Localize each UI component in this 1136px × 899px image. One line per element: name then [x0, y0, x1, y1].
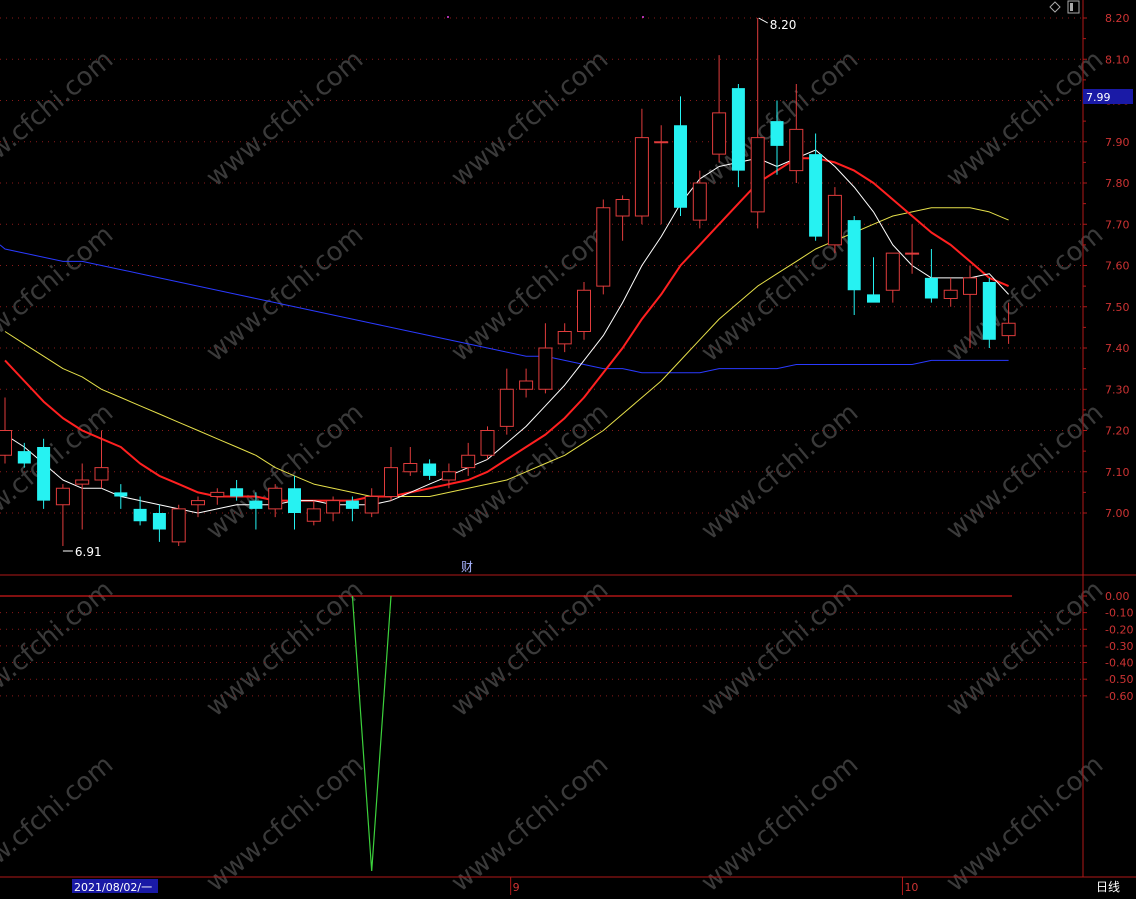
event-marker	[642, 16, 644, 18]
candle-body-up	[905, 252, 920, 255]
date-cursor-label: 2021/08/02/一	[74, 881, 152, 894]
time-axis-label: 10	[904, 881, 918, 894]
candle	[596, 199, 611, 295]
candle	[37, 438, 51, 509]
candle-body-down	[982, 282, 996, 340]
candle-body-down	[423, 463, 437, 476]
candle-body-down	[867, 294, 880, 303]
candle-body-down	[37, 447, 51, 501]
candle-body-up	[963, 277, 977, 295]
candle-body-down	[17, 451, 31, 464]
price-tick-label: 7.50	[1105, 301, 1130, 314]
candle-body-down	[288, 488, 301, 513]
candle-body-up	[480, 430, 495, 456]
candle-body-down	[249, 500, 263, 509]
candle-body-up	[615, 199, 630, 217]
candle-body-down	[114, 492, 128, 497]
candle-body-up	[191, 500, 205, 506]
price-tick-label: 7.20	[1105, 425, 1130, 438]
indicator-tick-label: 0.00	[1105, 590, 1130, 603]
candle-body-up	[75, 479, 90, 485]
candle-body-up	[596, 207, 611, 287]
candle-body-up	[326, 500, 341, 514]
price-tick-label: 8.20	[1105, 12, 1130, 25]
candle-body-up	[461, 454, 476, 469]
candle-body-up	[0, 430, 12, 456]
candle-body-up	[55, 487, 70, 506]
price-tick-label: 7.00	[1105, 507, 1130, 520]
candle	[171, 504, 186, 546]
candle-body-up	[943, 289, 958, 299]
indicator-tick-label: -0.20	[1105, 623, 1133, 636]
price-tick-label: 7.60	[1105, 260, 1130, 273]
candle-body-down	[152, 513, 166, 530]
low-label: 6.91	[75, 545, 102, 559]
candle-body-up	[885, 252, 900, 291]
candle	[982, 277, 996, 348]
period-label[interactable]: 日线	[1096, 880, 1120, 894]
price-tick-label: 7.90	[1105, 136, 1130, 149]
finance-marker[interactable]: 财	[461, 560, 473, 574]
candle-body-up	[364, 496, 379, 514]
candle-body-up	[577, 289, 591, 332]
event-marker	[447, 16, 449, 18]
candle	[577, 282, 591, 340]
indicator-tick-label: -0.50	[1105, 673, 1133, 686]
candle-body-up	[538, 347, 553, 390]
candle-body-up	[384, 467, 398, 497]
price-tick-label: 7.30	[1105, 383, 1130, 396]
candle-body-down	[133, 508, 147, 522]
candle-body-up	[1001, 322, 1016, 337]
candle-body-down	[847, 220, 861, 291]
candle-body-up	[789, 128, 804, 172]
candle-body-up	[499, 388, 514, 427]
candle-body-up	[94, 467, 109, 481]
stock-chart: www.cfchi.com www.cfchi.com www.cfchi.com w…	[0, 0, 1136, 899]
candle-body-up	[519, 380, 534, 390]
candle-body-up	[441, 471, 456, 481]
price-tick-label: 8.10	[1105, 53, 1130, 66]
last-price-value: 7.99	[1086, 91, 1111, 104]
price-tick-label: 7.40	[1105, 342, 1130, 355]
candle-body-up	[654, 141, 669, 144]
indicator-tick-label: -0.40	[1105, 657, 1133, 670]
candle-body-up	[557, 331, 572, 345]
price-tick-label: 7.70	[1105, 218, 1130, 231]
candle-body-up	[403, 463, 418, 473]
candle-body-down	[924, 277, 938, 299]
candle-body-down	[230, 488, 244, 497]
candle-body-down	[809, 154, 823, 237]
indicator-tick-label: -0.10	[1105, 607, 1133, 620]
candle-body-up	[750, 137, 765, 213]
time-axis-label: 9	[513, 881, 520, 894]
indicator-tick-label: -0.60	[1105, 690, 1133, 703]
candle	[480, 426, 495, 460]
indicator-tick-label: -0.30	[1105, 640, 1133, 653]
candle-body-up	[210, 491, 225, 497]
candle-body-down	[345, 500, 359, 509]
candle-body-up	[634, 137, 649, 217]
candle-body-up	[171, 508, 186, 543]
candle-body-down	[674, 125, 687, 208]
candle-body-up	[306, 508, 321, 522]
price-tick-label: 7.10	[1105, 466, 1130, 479]
candle	[827, 187, 842, 254]
candle-body-down	[770, 121, 784, 146]
price-tick-label: 7.80	[1105, 177, 1130, 190]
candle-body-up	[692, 182, 707, 221]
candle-body-up	[712, 112, 727, 155]
high-label: 8.20	[770, 18, 797, 32]
candle-body-up	[827, 194, 842, 246]
candle-body-down	[731, 88, 745, 171]
candle-body-up	[268, 487, 283, 510]
